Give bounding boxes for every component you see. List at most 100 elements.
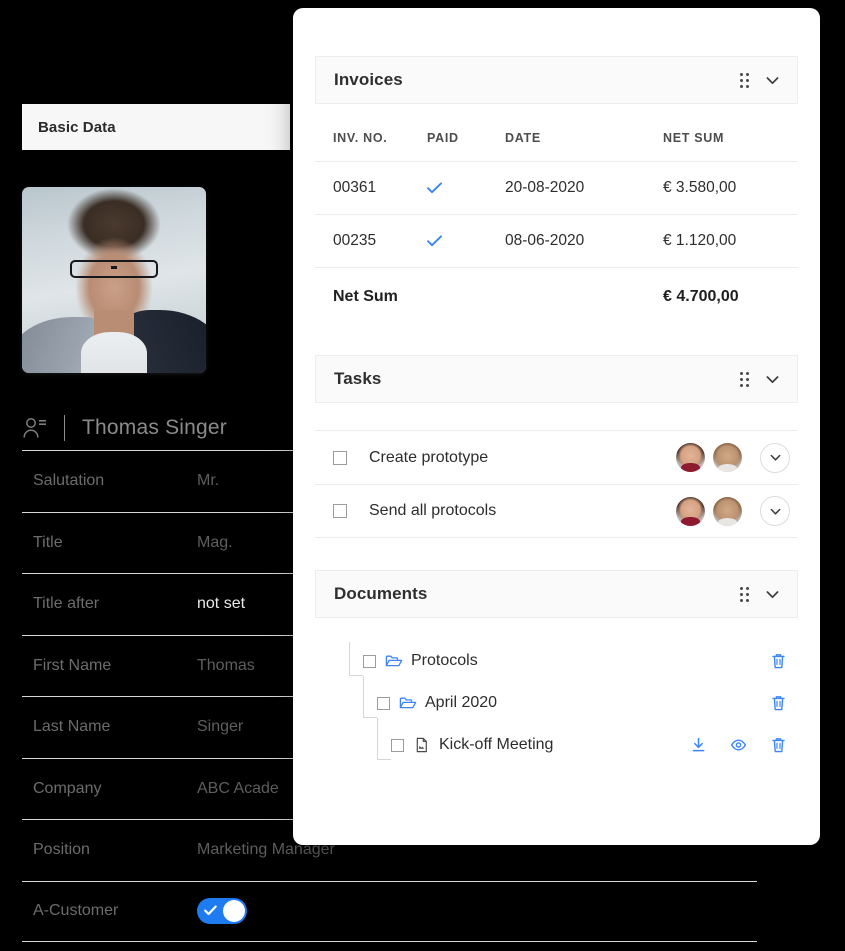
chevron-down-icon <box>770 508 780 515</box>
invoice-net-sum: € 1.120,00 <box>663 214 798 268</box>
col-net-sum: NET SUM <box>663 131 725 145</box>
document-checkbox[interactable] <box>377 696 390 710</box>
document-label: Protocols <box>411 652 478 669</box>
table-row[interactable]: 00361 20-08-2020 € 3.580,00 <box>315 161 798 215</box>
field-value: not set <box>197 595 246 613</box>
list-item[interactable]: Protocols <box>315 640 798 682</box>
field-value: Singer <box>197 718 244 736</box>
invoice-paid <box>427 161 505 215</box>
invoice-paid <box>427 214 505 268</box>
field-label: A-Customer <box>33 902 119 920</box>
document-actions <box>638 736 798 754</box>
chevron-down-icon[interactable] <box>764 586 781 603</box>
invoice-date: 08-06-2020 <box>505 214 663 268</box>
invoices-card-header[interactable]: Invoices <box>315 56 798 104</box>
field-label: Position <box>33 841 90 859</box>
list-item[interactable]: April 2020 <box>315 682 798 724</box>
delete-icon <box>771 738 785 753</box>
field-label: Title after <box>33 595 100 613</box>
folder-open-icon <box>385 655 403 667</box>
check-icon <box>427 182 442 194</box>
field-label: Title <box>33 533 63 551</box>
download-button[interactable] <box>678 736 718 754</box>
delete-button[interactable] <box>758 736 798 754</box>
field-label: Salutation <box>33 472 105 490</box>
document-actions <box>638 694 798 712</box>
task-expand-button[interactable] <box>760 442 790 473</box>
list-item[interactable]: Send all protocols <box>315 484 798 538</box>
col-inv-no: INV. NO. <box>333 131 388 145</box>
drag-handle-icon[interactable] <box>739 371 750 388</box>
invoices-header-row: INV. NO. PAID DATE NET SUM <box>315 104 798 162</box>
field-value: Mr. <box>197 472 220 490</box>
list-item[interactable]: Create prototype <box>315 430 798 484</box>
task-assignees <box>676 496 742 526</box>
chevron-down-icon[interactable] <box>764 371 781 388</box>
invoice-number: 00235 <box>315 214 427 268</box>
delete-button[interactable] <box>758 652 798 670</box>
invoice-net-sum: € 3.580,00 <box>663 161 798 215</box>
download-icon <box>692 737 704 752</box>
avatar <box>676 443 705 472</box>
contact-name: Thomas Singer <box>82 416 227 439</box>
name-divider <box>64 415 65 441</box>
folder-open-icon <box>399 697 417 709</box>
field-value: Mag. <box>197 533 233 551</box>
avatar <box>713 496 742 526</box>
task-assignees <box>676 443 742 472</box>
task-checkbox[interactable] <box>333 504 347 518</box>
invoices-title: Invoices <box>334 70 403 89</box>
field-row-a-customer[interactable]: A-Customer <box>22 880 757 942</box>
col-date: DATE <box>505 131 541 145</box>
document-label: April 2020 <box>425 694 498 711</box>
table-row[interactable]: 00235 08-06-2020 € 1.120,00 <box>315 214 798 268</box>
delete-icon <box>771 696 785 711</box>
col-paid: PAID <box>427 131 459 145</box>
invoices-table: INV. NO. PAID DATE NET SUM 00361 20-08-2… <box>315 104 798 325</box>
drag-handle-icon[interactable] <box>739 72 750 89</box>
document-actions <box>638 652 798 670</box>
documents-tree: Protocols April 2020 Kick-off Meeting <box>315 640 798 772</box>
check-icon <box>204 905 217 916</box>
avatar <box>713 443 742 472</box>
detail-panel: Invoices INV. NO. PAID DATE NET SUM 0036… <box>293 8 820 845</box>
preview-icon <box>730 739 746 751</box>
task-label: Send all protocols <box>369 502 497 519</box>
invoices-card: Invoices INV. NO. PAID DATE NET SUM 0036… <box>293 8 820 325</box>
person-badge-icon <box>23 418 46 438</box>
tasks-card: Tasks Create prototype Send all protocol… <box>293 325 820 538</box>
document-checkbox[interactable] <box>391 738 404 752</box>
field-value: ABC Acade <box>197 779 279 797</box>
tasks-card-header[interactable]: Tasks <box>315 355 798 403</box>
field-value: Thomas <box>197 656 255 674</box>
delete-icon <box>771 654 785 669</box>
preview-button[interactable] <box>718 736 758 754</box>
screen-root: Basic Data Thomas Singer Salutation Mr. … <box>0 0 845 951</box>
task-checkbox[interactable] <box>333 450 347 465</box>
contact-photo <box>22 187 206 373</box>
task-label: Create prototype <box>369 448 489 466</box>
document-checkbox[interactable] <box>363 654 376 668</box>
task-expand-button[interactable] <box>760 496 790 526</box>
documents-title: Documents <box>334 584 428 603</box>
field-label: First Name <box>33 656 112 674</box>
tasks-title: Tasks <box>334 369 382 388</box>
documents-card: Documents Protocols April 2020 Kick-off … <box>293 538 820 772</box>
documents-card-header[interactable]: Documents <box>315 570 798 618</box>
tasks-list: Create prototype Send all protocols <box>315 430 798 538</box>
invoices-total-row: Net Sum € 4.700,00 <box>315 267 798 325</box>
delete-button[interactable] <box>758 694 798 712</box>
chevron-down-icon <box>770 454 780 461</box>
a-customer-toggle[interactable] <box>197 898 247 925</box>
field-label: Company <box>33 779 102 797</box>
total-value: € 4.700,00 <box>663 267 798 325</box>
list-item[interactable]: Kick-off Meeting <box>315 724 798 766</box>
drag-handle-icon[interactable] <box>739 586 750 603</box>
chevron-down-icon[interactable] <box>764 72 781 89</box>
total-label: Net Sum <box>315 267 427 325</box>
field-label: Last Name <box>33 718 111 736</box>
invoice-number: 00361 <box>315 161 427 215</box>
document-label: Kick-off Meeting <box>439 736 554 753</box>
invoice-date: 20-08-2020 <box>505 161 663 215</box>
file-icon <box>416 737 427 753</box>
